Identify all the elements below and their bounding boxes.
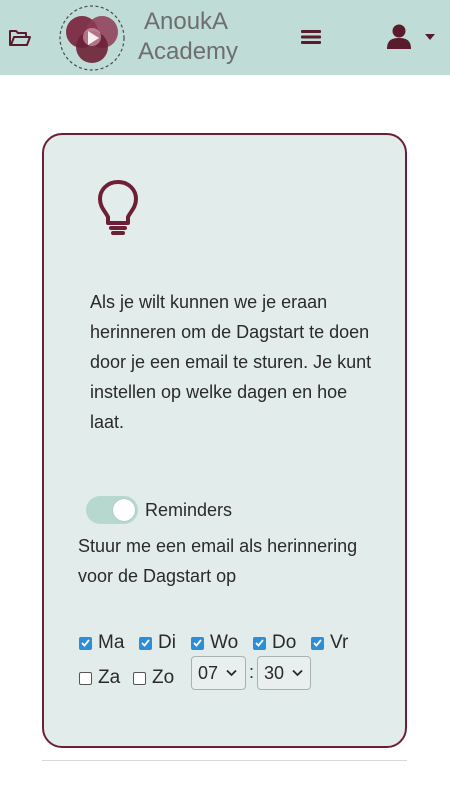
- top-navigation-bar: AnoukA Academy: [0, 0, 450, 75]
- minute-value: 30: [264, 662, 285, 683]
- hamburger-menu-icon: [301, 30, 321, 44]
- day-label: Wo: [210, 632, 239, 653]
- folder-open-icon: [9, 30, 31, 46]
- day-checkbox-di[interactable]: Di: [139, 631, 176, 655]
- brand-name: AnoukA Academy: [138, 7, 238, 67]
- lightbulb-icon: [98, 180, 138, 235]
- day-label: Di: [158, 632, 176, 653]
- day-checkbox-za[interactable]: Za: [79, 666, 120, 690]
- section-divider: [42, 760, 407, 761]
- checkbox-unchecked[interactable]: [133, 671, 146, 685]
- folder-button[interactable]: [6, 26, 34, 50]
- day-checkbox-zo[interactable]: Zo: [133, 666, 174, 690]
- checkbox-checked[interactable]: [311, 636, 324, 650]
- hour-value: 07: [198, 662, 219, 683]
- day-label: Zo: [152, 667, 175, 688]
- brand-line-1: AnoukA: [144, 8, 229, 35]
- reminder-card: Als je wilt kunnen we je eraan herinnere…: [42, 133, 407, 748]
- minute-select[interactable]: 30: [257, 656, 311, 690]
- chevron-down-icon: [292, 669, 303, 677]
- checkbox-checked[interactable]: [253, 636, 266, 650]
- chevron-down-icon: [226, 669, 237, 677]
- menu-button[interactable]: [298, 26, 324, 48]
- user-icon: [387, 24, 411, 49]
- email-description: Stuur me een email als herinnering voor …: [78, 536, 358, 586]
- anouka-logo[interactable]: [58, 4, 126, 72]
- day-checkbox-vr[interactable]: Vr: [311, 631, 348, 655]
- reminders-label: Reminders: [145, 499, 233, 520]
- checkbox-unchecked[interactable]: [79, 671, 92, 685]
- reminders-toggle[interactable]: [86, 496, 138, 524]
- day-label: Vr: [330, 632, 349, 653]
- day-label: Za: [98, 667, 121, 688]
- caret-down-icon: [425, 34, 435, 40]
- day-checkbox-wo[interactable]: Wo: [191, 631, 238, 655]
- reminder-intro-text: Als je wilt kunnen we je eraan herinnere…: [90, 292, 372, 432]
- toggle-knob: [113, 499, 135, 521]
- user-menu-button[interactable]: [384, 22, 440, 52]
- hour-select[interactable]: 07: [191, 656, 246, 690]
- day-label: Ma: [98, 632, 125, 653]
- checkbox-checked[interactable]: [191, 636, 204, 650]
- checkbox-checked[interactable]: [79, 636, 92, 650]
- time-separator: :: [249, 662, 255, 682]
- day-checkbox-do[interactable]: Do: [253, 631, 296, 655]
- day-label: Do: [272, 632, 297, 653]
- day-checkbox-ma[interactable]: Ma: [79, 631, 124, 655]
- brand-line-2: Academy: [138, 38, 239, 65]
- reminders-toggle-row: Reminders: [86, 495, 232, 525]
- checkbox-checked[interactable]: [139, 636, 152, 650]
